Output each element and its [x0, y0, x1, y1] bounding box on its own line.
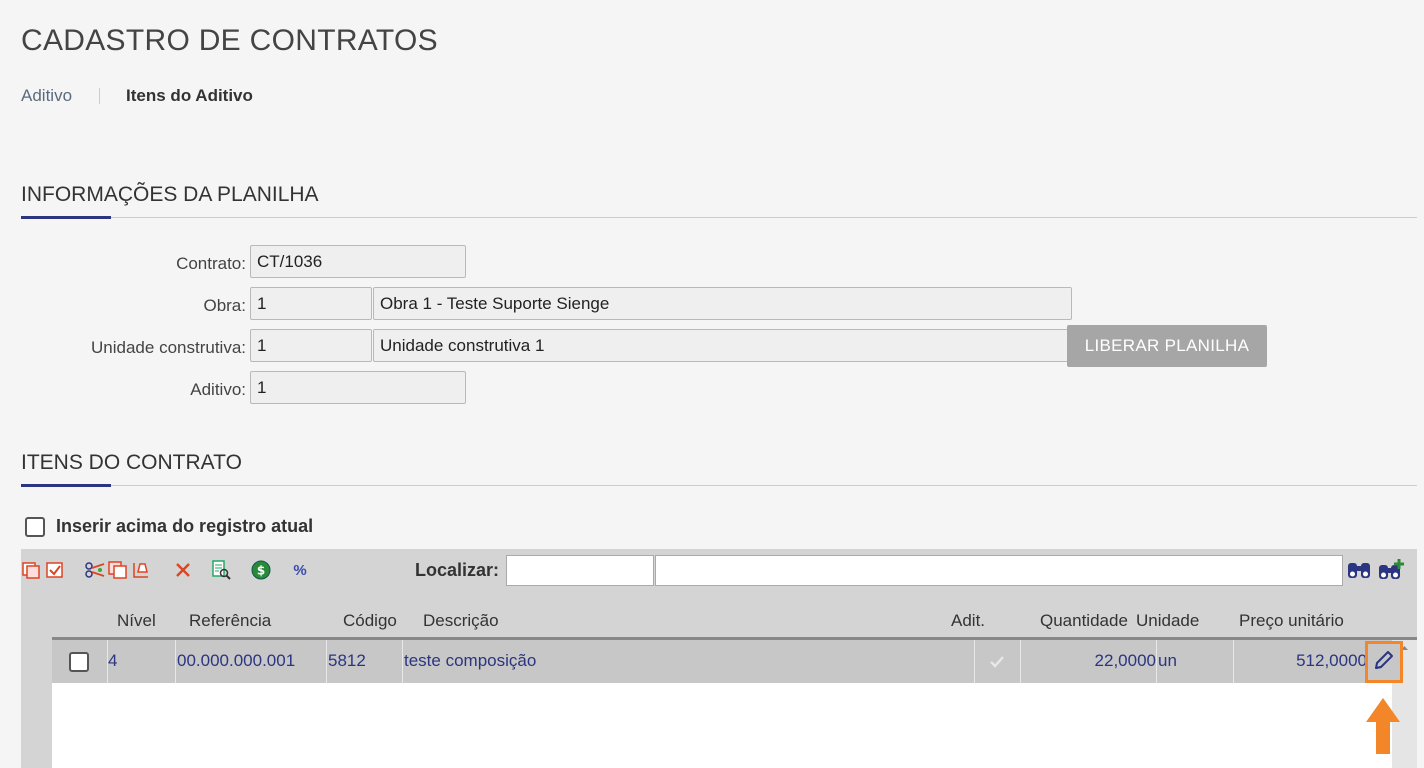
obra-code-field[interactable]: 1: [250, 287, 372, 320]
cell-referencia: 00.000.000.001: [177, 651, 296, 670]
tab-bar: Aditivo Itens do Aditivo: [21, 86, 253, 106]
col-header-nivel[interactable]: Nível: [117, 611, 156, 631]
svg-text:$: $: [257, 564, 265, 578]
unidade-name-field[interactable]: Unidade construtiva 1: [373, 329, 1072, 362]
tab-aditivo[interactable]: Aditivo: [21, 86, 72, 106]
inserir-acima-checkbox[interactable]: [25, 517, 45, 537]
money-icon[interactable]: $: [250, 559, 272, 581]
localizar-text-input[interactable]: [655, 555, 1343, 586]
section-divider: [21, 484, 1417, 487]
localizar-field-input[interactable]: [506, 555, 654, 586]
cut-icon[interactable]: [84, 559, 106, 581]
new-rows-icon[interactable]: [22, 559, 44, 581]
liberar-planilha-button[interactable]: LIBERAR PLANILHA: [1067, 325, 1267, 367]
tab-separator: [99, 88, 101, 104]
cell-unidade: un: [1158, 651, 1177, 670]
aditivo-check-icon: [988, 640, 1006, 683]
obra-label: Obra:: [203, 296, 246, 315]
cell-descricao: teste composição: [404, 651, 537, 670]
col-header-unidade[interactable]: Unidade: [1136, 611, 1199, 631]
delete-icon[interactable]: [172, 559, 194, 581]
table-row[interactable]: 4 00.000.000.001 5812 teste composição 2…: [52, 640, 1392, 683]
grid-empty-area: [52, 683, 1417, 768]
inserir-acima-label: Inserir acima do registro atual: [56, 516, 314, 536]
items-grid: Nível Referência Código Descrição Adit. …: [21, 591, 1417, 768]
unidade-code-field[interactable]: 1: [250, 329, 372, 362]
page-title: CADASTRO DE CONTRATOS: [21, 24, 438, 57]
cell-nivel: 4: [108, 651, 118, 670]
col-header-preco-unitario[interactable]: Preço unitário: [1239, 611, 1344, 631]
find-document-icon[interactable]: [210, 559, 232, 581]
grid-toolbar: $ % Localizar:: [21, 549, 1417, 591]
contrato-label: Contrato:: [176, 254, 246, 273]
paste-icon[interactable]: [130, 559, 152, 581]
contrato-field[interactable]: CT/1036: [250, 245, 466, 278]
col-header-codigo[interactable]: Código: [343, 611, 397, 631]
edit-row-button[interactable]: [1365, 641, 1403, 683]
col-header-referencia[interactable]: Referência: [189, 611, 271, 631]
col-header-quantidade[interactable]: Quantidade: [1040, 611, 1128, 631]
localizar-label: Localizar:: [415, 560, 500, 580]
col-header-descricao[interactable]: Descrição: [423, 611, 499, 631]
cell-codigo: 5812: [328, 651, 366, 670]
aditivo-field[interactable]: 1: [250, 371, 466, 404]
cell-preco-unitario: 512,0000: [1296, 651, 1367, 670]
percent-icon[interactable]: %: [289, 559, 311, 581]
obra-name-field[interactable]: Obra 1 - Teste Suporte Sienge: [373, 287, 1072, 320]
section-title-planilha: INFORMAÇÕES DA PLANILHA: [21, 183, 319, 206]
pencil-icon: [1372, 648, 1396, 677]
unidade-label: Unidade construtiva:: [91, 338, 246, 357]
select-all-icon[interactable]: [45, 559, 67, 581]
arrow-up-icon: [1366, 698, 1400, 754]
copy-icon[interactable]: [107, 559, 129, 581]
section-title-itens: ITENS DO CONTRATO: [21, 451, 242, 474]
aditivo-label: Aditivo:: [190, 380, 246, 399]
cell-quantidade: 22,0000: [1094, 651, 1156, 670]
section-divider: [21, 216, 1417, 219]
row-select-checkbox[interactable]: [69, 652, 89, 672]
binoculars-add-icon[interactable]: [1376, 557, 1406, 583]
col-header-aditivo[interactable]: Adit.: [951, 611, 985, 631]
tab-itens-do-aditivo[interactable]: Itens do Aditivo: [126, 86, 253, 106]
binoculars-icon[interactable]: [1345, 557, 1373, 583]
